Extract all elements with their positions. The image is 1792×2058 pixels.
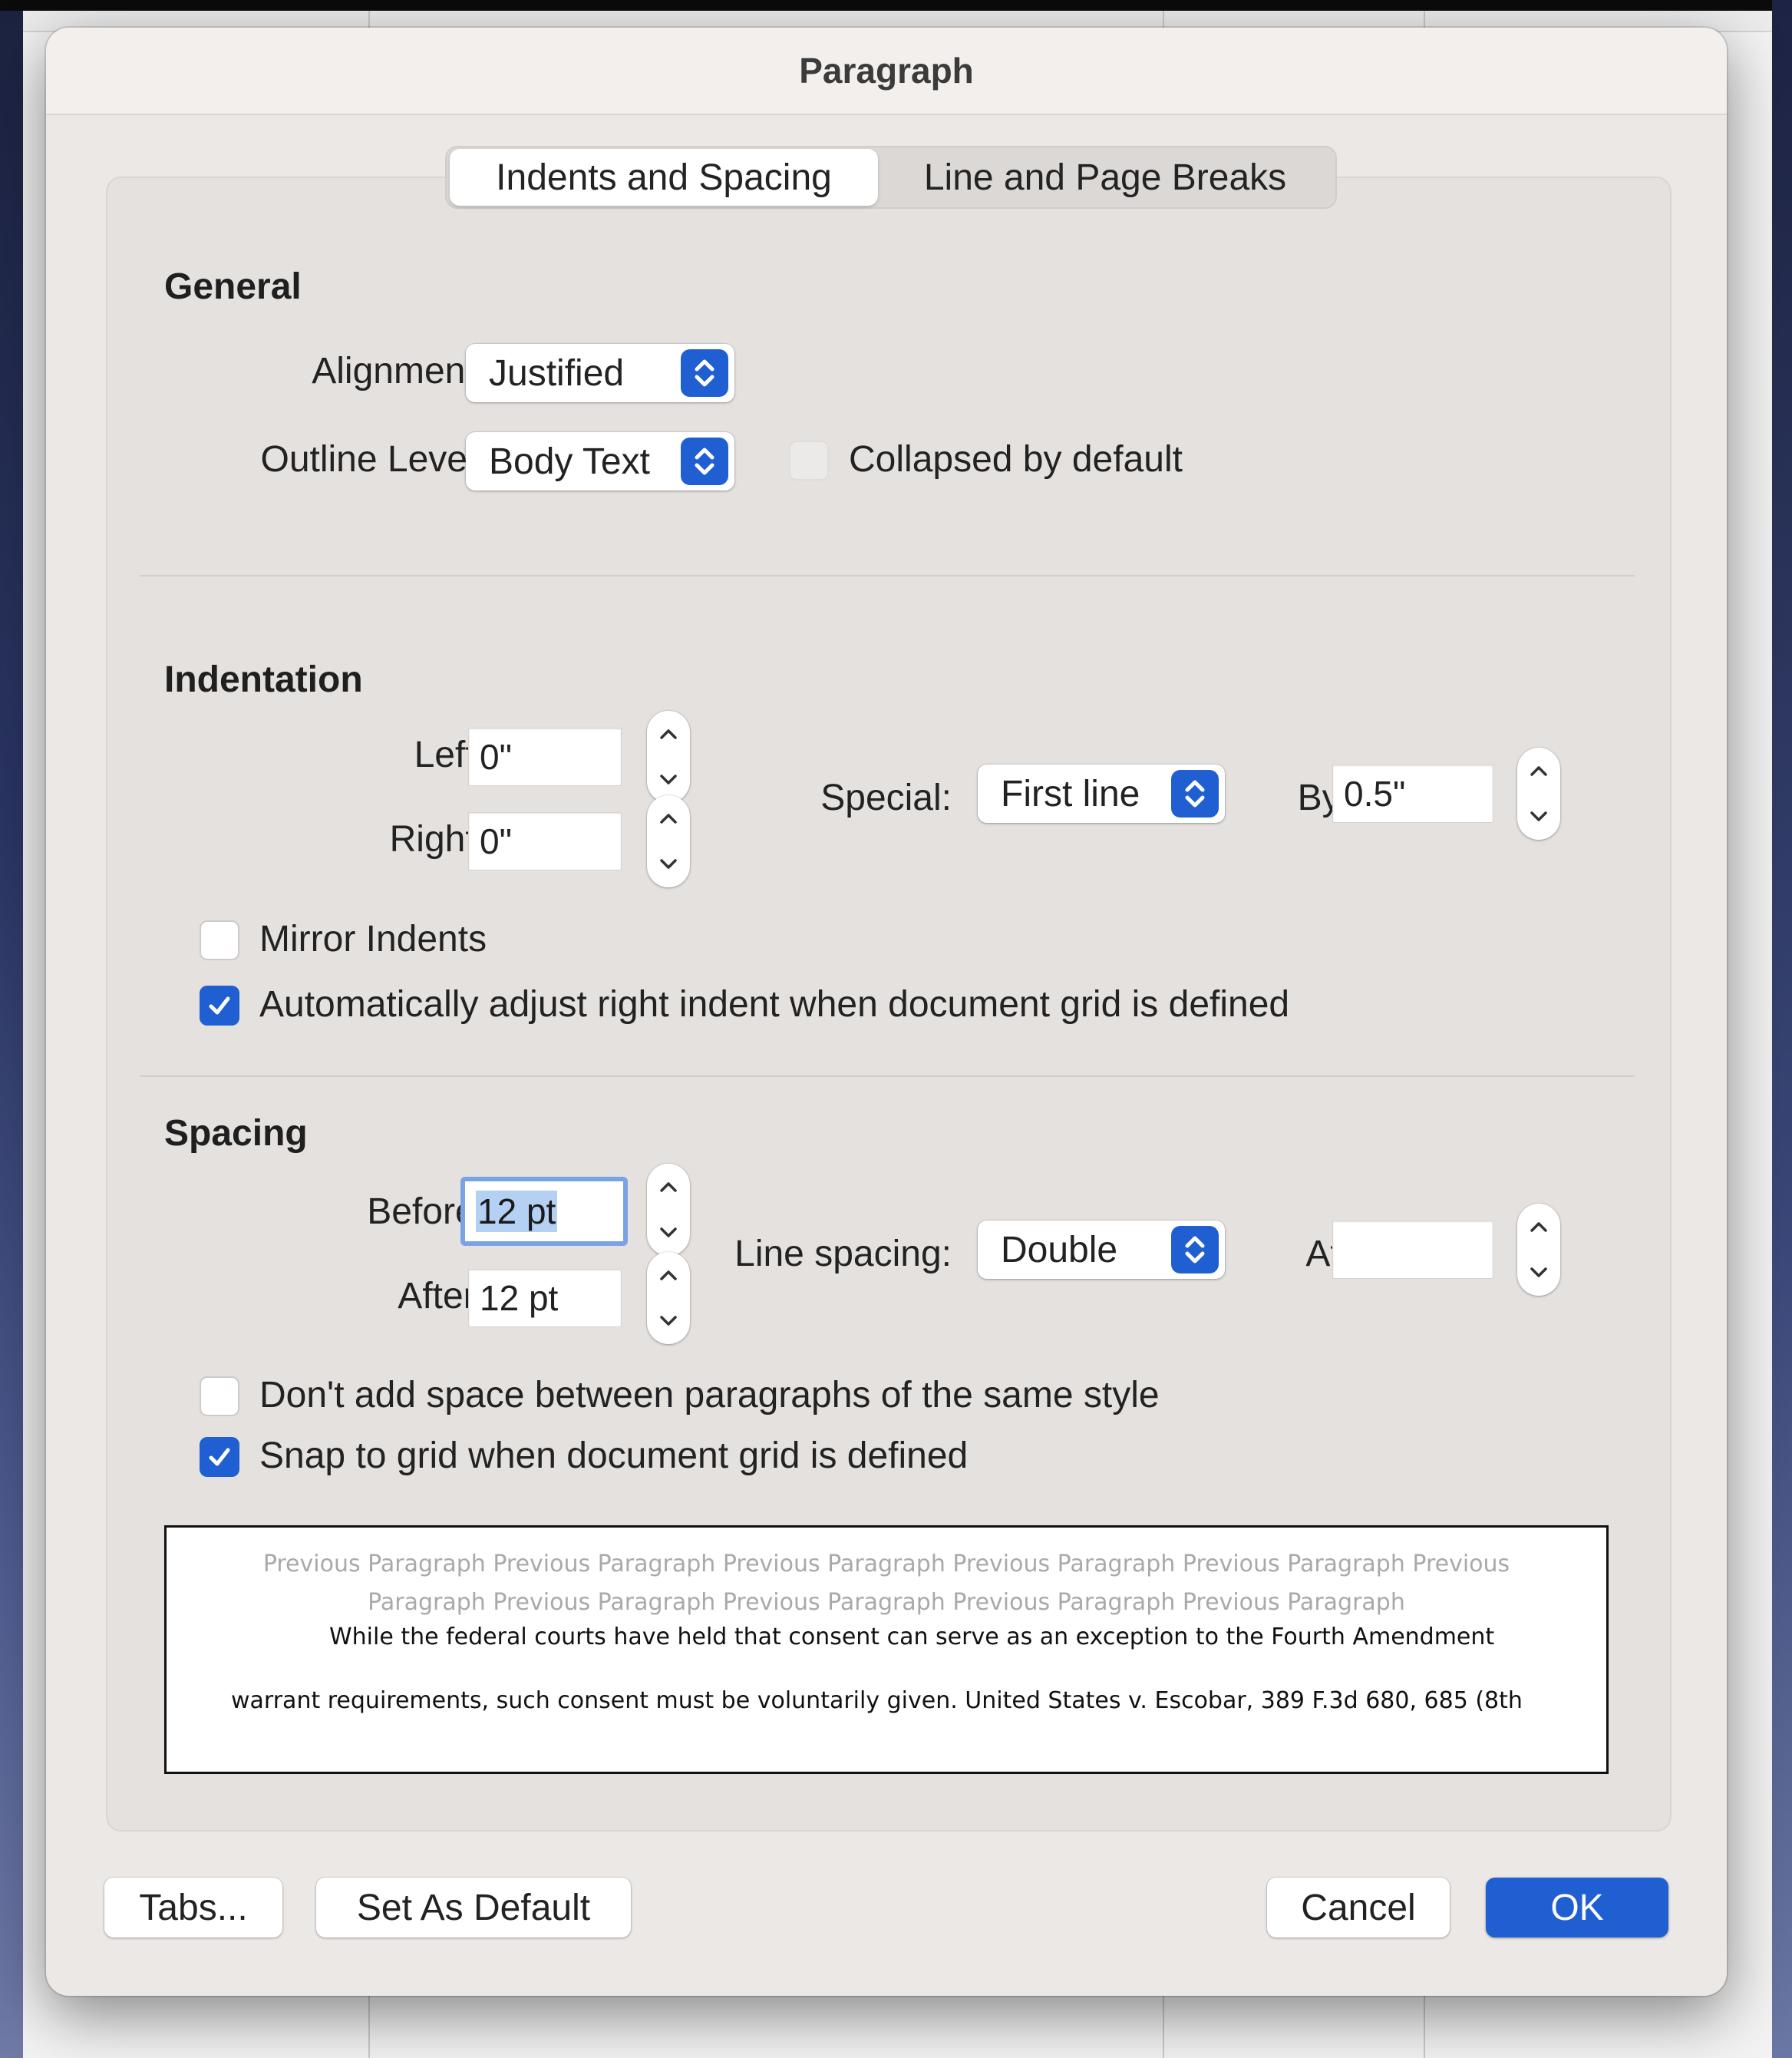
spacing-before-stepper[interactable] <box>647 1164 690 1256</box>
chevron-up-icon[interactable] <box>1517 748 1560 794</box>
chevron-down-icon[interactable] <box>647 1210 690 1256</box>
chevron-down-icon[interactable] <box>647 841 690 887</box>
indent-left-field[interactable]: 0" <box>468 728 622 786</box>
general-heading: General <box>164 266 302 307</box>
at-stepper[interactable] <box>1517 1204 1560 1296</box>
preview-previous-paragraph-line: Paragraph Previous Paragraph Previous Pa… <box>368 1589 1405 1616</box>
indent-right-label: Right: <box>389 819 486 860</box>
spacing-after-field[interactable]: 12 pt <box>468 1269 622 1327</box>
tabs-button[interactable]: Tabs... <box>104 1878 282 1937</box>
special-popup[interactable]: First line <box>978 765 1225 823</box>
chevron-up-icon[interactable] <box>1517 1204 1560 1250</box>
line-spacing-value: Double <box>1001 1229 1118 1270</box>
chevron-up-down-icon <box>1171 1226 1219 1273</box>
indent-left-stepper[interactable] <box>647 711 690 803</box>
preview-previous-paragraph-line: Previous Paragraph Previous Paragraph Pr… <box>262 1551 1510 1577</box>
chevron-up-down-icon <box>681 349 728 397</box>
tab-indents-and-spacing[interactable]: Indents and Spacing <box>450 149 878 206</box>
indent-right-stepper[interactable] <box>647 795 690 887</box>
auto-adjust-right-indent-checkbox[interactable] <box>200 986 239 1026</box>
spacing-before-field[interactable]: 12 pt <box>460 1177 628 1246</box>
dialog-titlebar: Paragraph <box>46 28 1727 115</box>
preview-sample-line: warrant requirements, such consent must … <box>231 1687 1523 1714</box>
chevron-up-down-icon <box>681 438 728 485</box>
mirror-indents-checkbox[interactable] <box>200 920 239 960</box>
spacing-before-label: Before: <box>367 1191 486 1232</box>
collapsed-by-default-checkbox[interactable] <box>789 441 829 481</box>
chevron-up-icon[interactable] <box>647 795 690 841</box>
line-spacing-label: Line spacing: <box>734 1234 952 1274</box>
by-field[interactable]: 0.5" <box>1332 765 1493 823</box>
background-desktop-strip <box>1772 0 1792 2058</box>
spacing-after-label: After: <box>398 1276 486 1316</box>
tab-bar: Indents and Spacing Line and Page Breaks <box>445 146 1337 209</box>
chevron-down-icon[interactable] <box>1517 1250 1560 1296</box>
checkmark-icon <box>209 996 230 1015</box>
dont-add-space-label: Don't add space between paragraphs of th… <box>259 1375 1160 1415</box>
indentation-heading: Indentation <box>164 659 363 700</box>
background-top-edge <box>0 0 1792 11</box>
indent-left-label: Left: <box>414 735 486 775</box>
collapsed-by-default-label: Collapsed by default <box>849 439 1183 480</box>
auto-adjust-right-indent-label: Automatically adjust right indent when d… <box>259 984 1290 1025</box>
ok-button[interactable]: OK <box>1486 1878 1668 1937</box>
chevron-up-icon[interactable] <box>647 1252 690 1298</box>
chevron-down-icon[interactable] <box>1517 794 1560 840</box>
by-value: 0.5" <box>1344 774 1406 814</box>
indent-left-value: 0" <box>480 737 512 777</box>
alignment-value: Justified <box>489 352 625 394</box>
at-field[interactable] <box>1332 1221 1493 1279</box>
mirror-indents-label: Mirror Indents <box>259 919 487 960</box>
dialog-title: Paragraph <box>799 51 974 91</box>
alignment-label: Alignment: <box>312 351 486 391</box>
tab-line-and-page-breaks[interactable]: Line and Page Breaks <box>878 149 1332 206</box>
preview-sample-line: While the federal courts have held that … <box>329 1624 1495 1650</box>
spacing-after-stepper[interactable] <box>647 1252 690 1344</box>
chevron-up-icon[interactable] <box>647 711 690 757</box>
outline-level-label: Outline Level: <box>260 439 486 480</box>
set-as-default-button[interactable]: Set As Default <box>316 1878 631 1937</box>
chevron-up-down-icon <box>1171 770 1219 818</box>
special-value: First line <box>1001 773 1140 814</box>
outline-level-popup[interactable]: Body Text <box>466 432 734 491</box>
snap-to-grid-checkbox[interactable] <box>200 1437 239 1477</box>
indent-right-value: 0" <box>480 821 512 861</box>
chevron-down-icon[interactable] <box>647 1298 690 1344</box>
line-spacing-popup[interactable]: Double <box>978 1221 1225 1279</box>
by-stepper[interactable] <box>1517 748 1560 840</box>
indent-right-field[interactable]: 0" <box>468 812 622 870</box>
divider <box>140 1075 1635 1077</box>
divider <box>140 575 1635 576</box>
spacing-before-value: 12 pt <box>476 1191 558 1232</box>
chevron-up-icon[interactable] <box>647 1164 690 1210</box>
spacing-after-value: 12 pt <box>480 1278 559 1318</box>
spacing-heading: Spacing <box>164 1113 308 1154</box>
checkmark-icon <box>209 1448 230 1466</box>
snap-to-grid-label: Snap to grid when document grid is defin… <box>259 1435 969 1476</box>
special-label: Special: <box>820 778 952 818</box>
cancel-button[interactable]: Cancel <box>1267 1878 1450 1937</box>
alignment-popup[interactable]: Justified <box>466 344 734 402</box>
paragraph-preview: Previous Paragraph Previous Paragraph Pr… <box>164 1525 1609 1774</box>
paragraph-dialog: Paragraph Indents and Spacing Line and P… <box>46 28 1727 1996</box>
dont-add-space-checkbox[interactable] <box>200 1376 239 1416</box>
outline-level-value: Body Text <box>489 441 650 482</box>
